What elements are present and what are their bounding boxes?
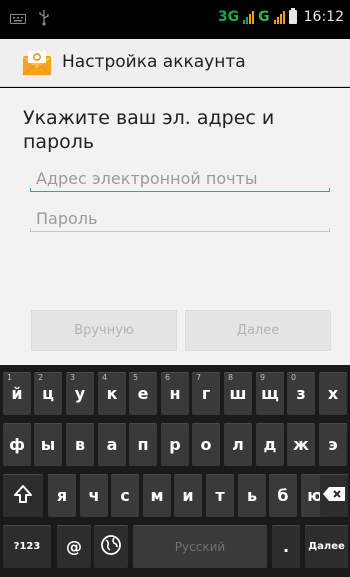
- account-setup-form: Укажите ваш эл. адрес и пароль Вручную Д…: [0, 88, 350, 365]
- shift-icon: [13, 484, 33, 508]
- shift-key[interactable]: [3, 474, 43, 517]
- enter-next-key[interactable]: Далее: [305, 525, 348, 568]
- key[interactable]: ж: [287, 423, 315, 466]
- key[interactable]: 2ц: [34, 372, 62, 415]
- key[interactable]: р: [161, 423, 189, 466]
- key[interactable]: 6н: [161, 372, 189, 415]
- key[interactable]: 4к: [98, 372, 126, 415]
- clock: 16:12: [303, 9, 344, 25]
- language-key[interactable]: [94, 525, 128, 568]
- key[interactable]: в: [66, 423, 94, 466]
- email-envelope-icon: [22, 50, 52, 76]
- key[interactable]: о: [192, 423, 220, 466]
- key[interactable]: э: [319, 423, 347, 466]
- battery-icon: [288, 8, 297, 24]
- status-bar: 3G G 16:12: [0, 0, 350, 39]
- key[interactable]: 0з: [287, 372, 315, 415]
- key[interactable]: х: [319, 372, 347, 415]
- action-bar: Настройка аккаунта: [0, 39, 350, 87]
- key[interactable]: ь: [238, 474, 266, 517]
- space-key[interactable]: Русский: [133, 525, 267, 568]
- form-heading: Укажите ваш эл. адрес и пароль: [23, 107, 275, 153]
- key[interactable]: м: [143, 474, 171, 517]
- key[interactable]: ф: [3, 423, 31, 466]
- key[interactable]: ч: [80, 474, 108, 517]
- screen-title: Настройка аккаунта: [62, 52, 246, 72]
- key[interactable]: я: [48, 474, 76, 517]
- key[interactable]: 8ш: [224, 372, 252, 415]
- password-field[interactable]: [30, 206, 330, 230]
- key[interactable]: с: [111, 474, 139, 517]
- key[interactable]: ы: [34, 423, 62, 466]
- period-key[interactable]: .: [272, 525, 300, 568]
- key[interactable]: 9щ: [256, 372, 284, 415]
- onscreen-keyboard: 1й 2ц 3у 4к 5е 6н 7г 8ш 9щ 0з х ф ы в а …: [0, 365, 350, 577]
- key[interactable]: т: [206, 474, 234, 517]
- password-field-wrapper: [30, 206, 330, 232]
- key[interactable]: 3у: [66, 372, 94, 415]
- key[interactable]: а: [98, 423, 126, 466]
- key[interactable]: д: [256, 423, 284, 466]
- network-g-label: G: [258, 9, 270, 25]
- signal-bars-icon: [273, 10, 285, 24]
- email-field[interactable]: [30, 166, 330, 190]
- key[interactable]: 5е: [129, 372, 157, 415]
- key[interactable]: л: [224, 423, 252, 466]
- at-key[interactable]: @: [57, 525, 91, 568]
- manual-setup-button[interactable]: Вручную: [31, 310, 177, 351]
- symbols-key[interactable]: ?123: [3, 525, 51, 568]
- usb-icon: [38, 10, 50, 30]
- keyboard-icon: [10, 12, 26, 28]
- key[interactable]: б: [269, 474, 297, 517]
- globe-icon: [100, 534, 122, 560]
- key[interactable]: 7г: [192, 372, 220, 415]
- next-button[interactable]: Далее: [185, 310, 331, 351]
- key[interactable]: п: [129, 423, 157, 466]
- key[interactable]: 1й: [3, 372, 31, 415]
- backspace-icon: [323, 486, 345, 505]
- network-3g-label: 3G: [217, 9, 240, 25]
- email-field-wrapper: [30, 166, 330, 192]
- signal-bars-icon: [243, 10, 255, 24]
- backspace-key[interactable]: [320, 474, 348, 517]
- key[interactable]: и: [174, 474, 202, 517]
